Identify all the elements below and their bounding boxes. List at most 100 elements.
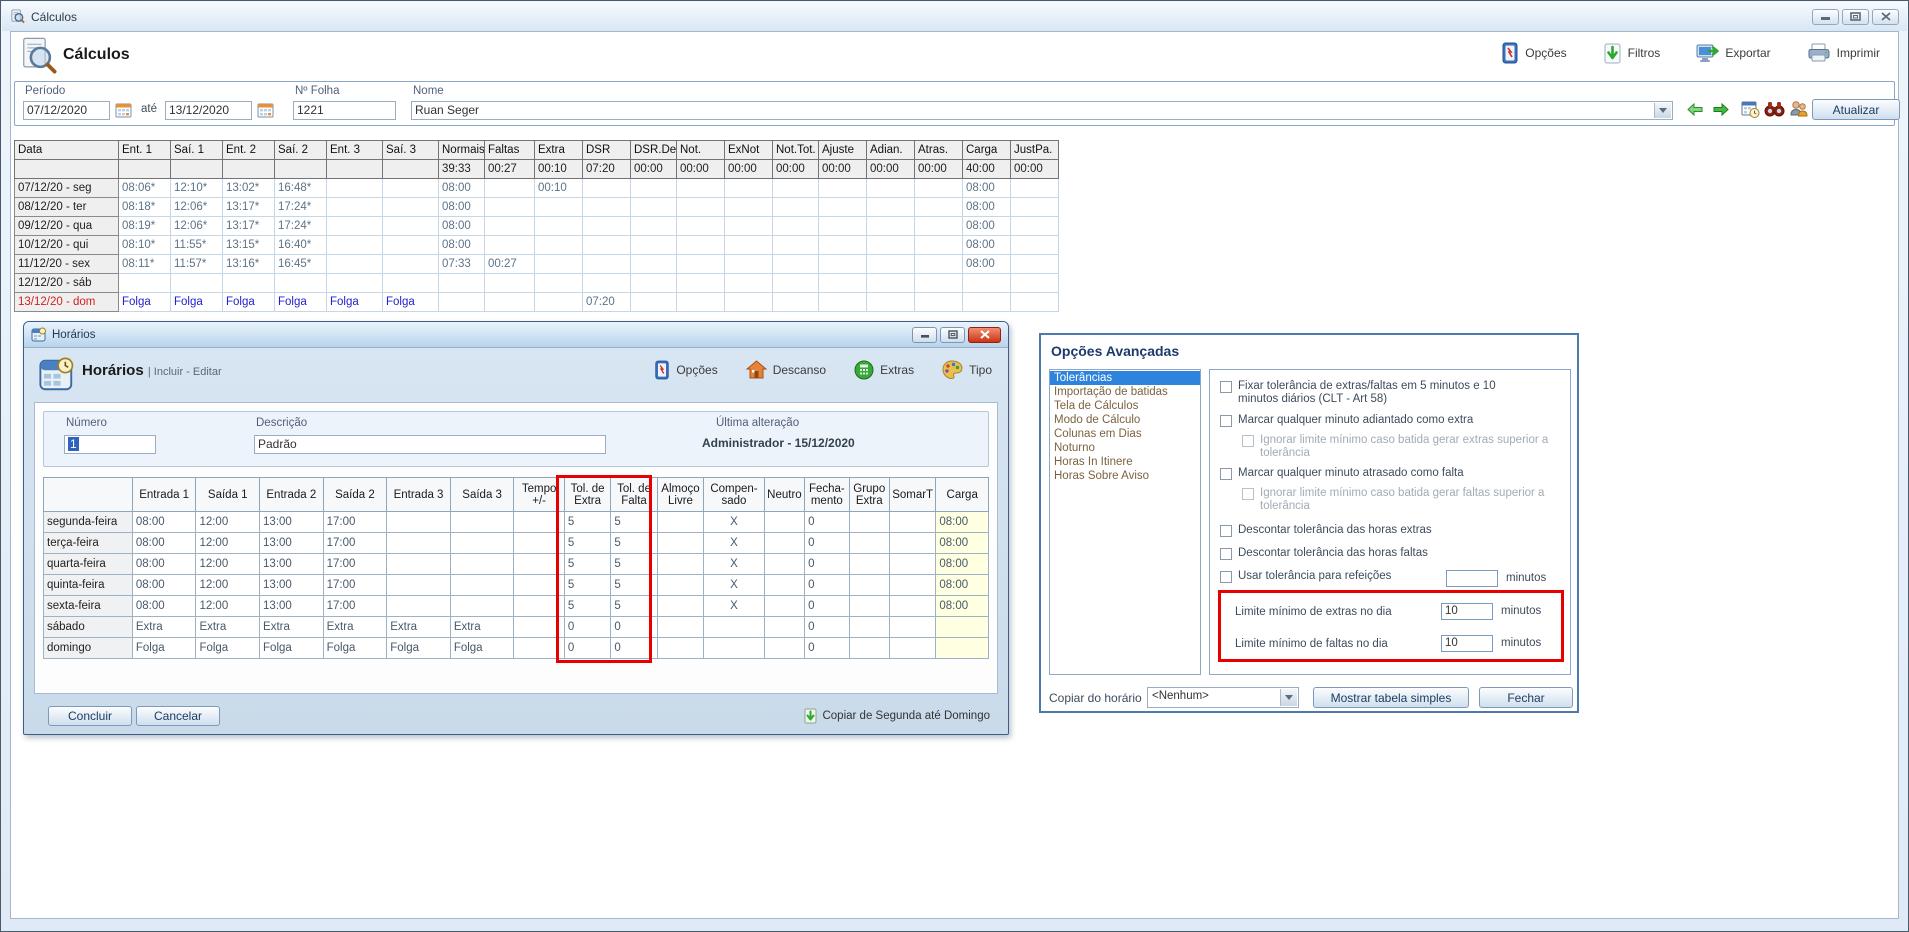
column-header[interactable]: Saí. 3 [383, 141, 439, 160]
periodo-start-input[interactable]: 07/12/2020 [23, 101, 110, 120]
schedule-cell[interactable] [849, 638, 889, 659]
column-header[interactable]: DSR [583, 141, 631, 160]
schedule-cell[interactable] [657, 554, 703, 575]
dialog-close-button[interactable] [968, 327, 1001, 343]
schedule-cell[interactable] [889, 575, 935, 596]
copy-week-link[interactable]: Copiar de Segunda até Domingo [804, 708, 990, 724]
schedule-cell[interactable]: 13:00 [260, 512, 324, 533]
schedule-cell[interactable]: 0 [805, 512, 849, 533]
schedule-cell[interactable] [450, 554, 514, 575]
schedule-cell[interactable] [849, 512, 889, 533]
schedule-cell[interactable] [704, 638, 765, 659]
schedule-cell[interactable]: 08:00 [132, 575, 196, 596]
schedule-cell[interactable] [704, 617, 765, 638]
category-list-item[interactable]: Horas Sobre Aviso [1050, 469, 1200, 483]
schedule-cell[interactable]: X [704, 596, 765, 617]
numero-input[interactable]: 1 [64, 435, 156, 454]
schedule-row[interactable]: segunda-feira08:0012:0013:0017:0055X008:… [44, 512, 989, 533]
schedule-cell[interactable] [450, 512, 514, 533]
schedule-cell[interactable]: 0 [805, 596, 849, 617]
schedule-cell[interactable]: 0 [805, 554, 849, 575]
schedule-cell[interactable]: 0 [805, 617, 849, 638]
periodo-end-input[interactable]: 13/12/2020 [165, 101, 252, 120]
schedule-cell[interactable]: 08:00 [132, 512, 196, 533]
binoculars-icon[interactable] [1764, 100, 1785, 118]
schedule-cell[interactable] [889, 533, 935, 554]
schedule-cell[interactable]: Extra [450, 617, 514, 638]
schedule-cell[interactable]: 12:00 [196, 554, 260, 575]
cancelar-button[interactable]: Cancelar [136, 706, 220, 726]
nome-dropdown-button[interactable] [1654, 103, 1671, 118]
schedule-cell[interactable]: X [704, 554, 765, 575]
schedule-cell[interactable] [450, 596, 514, 617]
schedule-cell[interactable]: 08:00 [936, 575, 989, 596]
category-list-item[interactable]: Tela de Cálculos [1050, 399, 1200, 413]
calendar-clock-icon[interactable] [1741, 100, 1760, 119]
schedule-cell[interactable] [849, 596, 889, 617]
day-row[interactable]: 07/12/20 - seg08:06*12:10*13:02*16:48*08… [15, 179, 1059, 198]
schedule-cell[interactable]: 0 [611, 638, 657, 659]
category-list-item[interactable]: Modo de Cálculo [1050, 413, 1200, 427]
column-header[interactable]: Ajuste [819, 141, 867, 160]
schedule-cell[interactable]: 08:00 [936, 533, 989, 554]
users-icon[interactable] [1789, 99, 1809, 119]
schedule-cell[interactable]: Folga [387, 638, 451, 659]
column-header[interactable]: Not. [677, 141, 725, 160]
schedule-cell[interactable]: 17:00 [323, 575, 387, 596]
nome-combobox[interactable]: Ruan Seger [411, 101, 1673, 120]
schedule-cell[interactable]: 12:00 [196, 596, 260, 617]
schedule-cell[interactable]: 08:00 [132, 533, 196, 554]
schedule-cell[interactable] [387, 554, 451, 575]
schedule-cell[interactable]: Extra [323, 617, 387, 638]
schedule-cell[interactable]: 5 [564, 533, 610, 554]
exportar-button[interactable]: Exportar [1696, 43, 1770, 64]
category-list-item[interactable]: Colunas em Dias [1050, 427, 1200, 441]
schedule-cell[interactable]: 13:00 [260, 596, 324, 617]
schedule-cell[interactable]: 0 [564, 617, 610, 638]
column-header[interactable]: Extra [535, 141, 583, 160]
schedule-cell[interactable] [936, 638, 989, 659]
schedule-cell[interactable]: 5 [564, 554, 610, 575]
schedule-cell[interactable]: 17:00 [323, 554, 387, 575]
limite-minutes-input[interactable]: 10 [1441, 603, 1493, 620]
schedule-cell[interactable]: 12:00 [196, 512, 260, 533]
imprimir-button[interactable]: Imprimir [1807, 43, 1880, 63]
schedule-row[interactable]: terça-feira08:0012:0013:0017:0055X008:00 [44, 533, 989, 554]
checkbox[interactable] [1220, 415, 1232, 427]
day-row[interactable]: 08/12/20 - ter08:18*12:06*13:17*17:24*08… [15, 198, 1059, 217]
schedule-cell[interactable]: Extra [260, 617, 324, 638]
schedule-cell[interactable] [657, 638, 703, 659]
schedule-cell[interactable] [514, 512, 564, 533]
limite-minutes-input[interactable]: 10 [1441, 635, 1493, 652]
schedule-cell[interactable]: 0 [564, 638, 610, 659]
column-header[interactable]: Faltas [485, 141, 535, 160]
schedule-cell[interactable] [450, 533, 514, 554]
minutes-input[interactable] [1446, 570, 1498, 587]
schedule-cell[interactable] [889, 617, 935, 638]
schedule-cell[interactable] [764, 554, 804, 575]
concluir-button[interactable]: Concluir [48, 706, 132, 726]
copiar-horario-dropdown[interactable]: <Nenhum> [1147, 687, 1299, 708]
horarios-opcoes-button[interactable]: Opções [654, 360, 717, 380]
day-row[interactable]: 11/12/20 - sex08:11*11:57*13:16*16:45*07… [15, 255, 1059, 274]
category-list-item[interactable]: Tolerâncias [1050, 371, 1200, 385]
checkbox[interactable] [1220, 525, 1232, 537]
day-row[interactable]: 09/12/20 - qua08:19*12:06*13:17*17:24*08… [15, 217, 1059, 236]
checkbox[interactable] [1220, 381, 1232, 393]
schedule-cell[interactable] [514, 575, 564, 596]
column-header[interactable]: Ent. 3 [327, 141, 383, 160]
column-header[interactable]: Saí. 1 [171, 141, 223, 160]
schedule-cell[interactable]: 17:00 [323, 596, 387, 617]
schedule-cell[interactable] [764, 596, 804, 617]
column-header[interactable]: Saí. 2 [275, 141, 327, 160]
extras-button[interactable]: Extras [854, 360, 914, 380]
previous-arrow-icon[interactable] [1687, 103, 1703, 116]
calendar-icon[interactable] [115, 102, 132, 119]
schedule-cell[interactable]: 08:00 [132, 554, 196, 575]
schedule-cell[interactable]: Folga [323, 638, 387, 659]
schedule-cell[interactable] [764, 575, 804, 596]
schedule-cell[interactable]: 0 [805, 533, 849, 554]
schedule-cell[interactable]: 17:00 [323, 533, 387, 554]
descanso-button[interactable]: Descanso [746, 360, 826, 380]
column-header[interactable]: Adian. [867, 141, 915, 160]
